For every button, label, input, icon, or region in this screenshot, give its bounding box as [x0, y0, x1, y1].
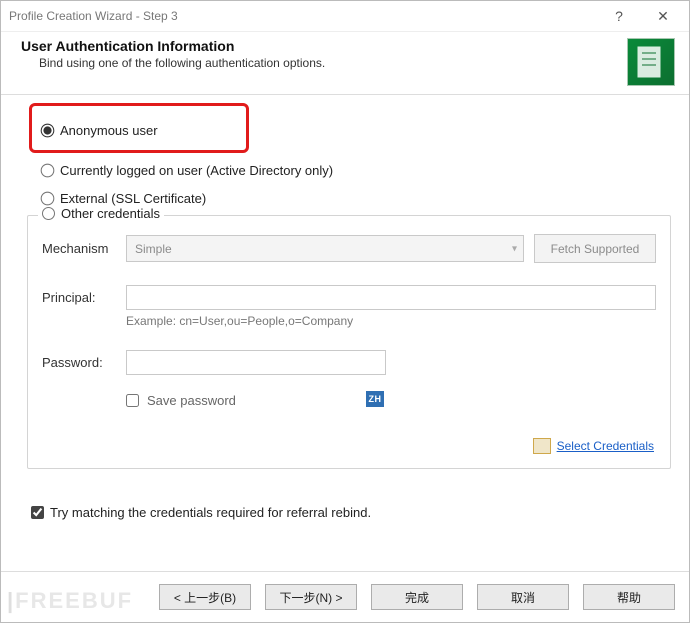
help-icon: ?: [615, 8, 623, 24]
radio-current-user-label: Currently logged on user (Active Directo…: [60, 163, 333, 178]
save-password-label: Save password: [147, 393, 236, 408]
body: Anonymous user Currently logged on user …: [1, 94, 689, 571]
mechanism-value: Simple: [135, 242, 172, 256]
radio-current-user-input[interactable]: [41, 163, 55, 177]
credentials-icon: [533, 438, 551, 454]
next-button[interactable]: 下一步(N) >: [265, 584, 357, 610]
chevron-down-icon: ▾: [512, 243, 517, 254]
footer: < 上一步(B) 下一步(N) > 完成 取消 帮助: [1, 571, 689, 622]
cancel-button[interactable]: 取消: [477, 584, 569, 610]
other-credentials-group: Other credentials Mechanism Simple ▾ Fet…: [27, 215, 671, 469]
radio-other-credentials-input[interactable]: [42, 207, 55, 220]
referral-rebind-label: Try matching the credentials required fo…: [50, 505, 371, 520]
select-credentials-link[interactable]: Select Credentials: [557, 439, 654, 453]
page-title: User Authentication Information: [21, 38, 627, 54]
page-subtitle: Bind using one of the following authenti…: [39, 56, 627, 70]
radio-anonymous-label: Anonymous user: [60, 123, 158, 138]
radio-other-credentials-label: Other credentials: [61, 206, 160, 221]
radio-current-user[interactable]: Currently logged on user (Active Directo…: [41, 157, 671, 183]
ime-indicator: ZH: [366, 391, 384, 407]
window-title: Profile Creation Wizard - Step 3: [9, 9, 597, 23]
close-button[interactable]: ✕: [641, 2, 685, 30]
help-button[interactable]: ?: [597, 2, 641, 30]
password-label: Password:: [42, 355, 126, 370]
principal-input[interactable]: [126, 285, 656, 310]
header: User Authentication Information Bind usi…: [1, 32, 689, 94]
radio-anonymous[interactable]: Anonymous user: [41, 117, 671, 143]
radio-other-credentials[interactable]: Other credentials: [38, 206, 164, 221]
fetch-supported-button[interactable]: Fetch Supported: [534, 234, 656, 263]
mechanism-combo[interactable]: Simple ▾: [126, 235, 524, 262]
referral-rebind-checkbox-row[interactable]: Try matching the credentials required fo…: [31, 505, 671, 520]
help-footer-button[interactable]: 帮助: [583, 584, 675, 610]
back-button[interactable]: < 上一步(B): [159, 584, 251, 610]
finish-button[interactable]: 完成: [371, 584, 463, 610]
mechanism-label: Mechanism: [42, 241, 126, 256]
principal-hint: Example: cn=User,ou=People,o=Company: [126, 314, 656, 328]
titlebar: Profile Creation Wizard - Step 3 ? ✕: [1, 1, 689, 32]
save-password-checkbox[interactable]: [126, 394, 139, 407]
referral-rebind-checkbox[interactable]: [31, 506, 44, 519]
password-input[interactable]: [126, 350, 386, 375]
radio-external-ssl-input[interactable]: [41, 191, 55, 205]
wizard-window: Profile Creation Wizard - Step 3 ? ✕ Use…: [0, 0, 690, 623]
close-icon: ✕: [657, 8, 669, 25]
radio-external-ssl-label: External (SSL Certificate): [60, 191, 206, 206]
wizard-icon: [627, 38, 675, 86]
principal-label: Principal:: [42, 290, 126, 305]
radio-anonymous-input[interactable]: [41, 123, 55, 137]
